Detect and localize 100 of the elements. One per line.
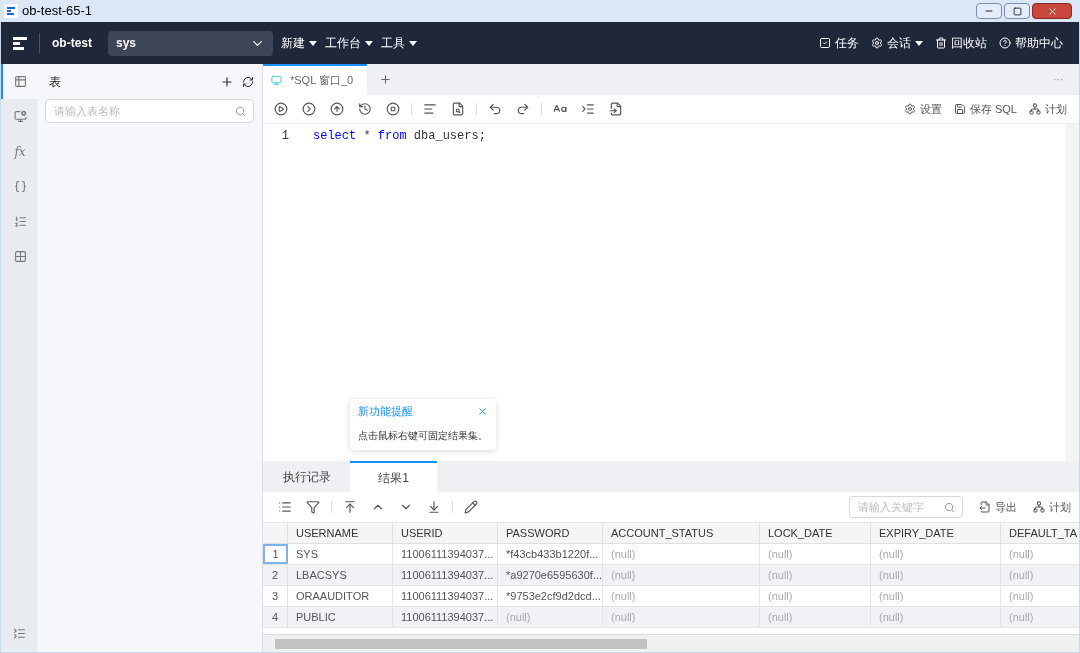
search-icon bbox=[235, 106, 246, 117]
table-cell: (null) bbox=[1001, 565, 1079, 585]
save-icon bbox=[953, 103, 966, 115]
arrow-up-icon bbox=[330, 102, 344, 116]
refresh-icon[interactable] bbox=[242, 75, 254, 88]
new-tab-icon[interactable] bbox=[379, 73, 392, 86]
line-number: 1 bbox=[280, 128, 290, 145]
table-cell: *9753e2cf9d2dcd... bbox=[498, 586, 603, 606]
horizontal-scrollbar[interactable] bbox=[263, 634, 1079, 652]
editor-tab[interactable]: *SQL 窗口_0 bbox=[263, 64, 367, 95]
table-cell: (null) bbox=[603, 607, 760, 627]
logo-icon bbox=[13, 36, 27, 50]
grid-icon bbox=[13, 250, 27, 263]
list-icon bbox=[278, 500, 292, 514]
rail-tab[interactable] bbox=[1, 64, 37, 99]
table-cell: (null) bbox=[603, 544, 760, 564]
popover-text: 点击鼠标右键可固定结果集。 bbox=[358, 428, 488, 443]
close-icon[interactable] bbox=[477, 405, 488, 417]
column-header[interactable]: EXPIRY_DATE bbox=[871, 523, 1001, 543]
scrollbar-thumb[interactable] bbox=[275, 638, 647, 649]
export-icon bbox=[979, 501, 991, 513]
list-icon bbox=[13, 215, 27, 228]
nav-action[interactable]: 任务 bbox=[819, 34, 859, 52]
column-header[interactable]: DEFAULT_TA bbox=[1001, 523, 1079, 543]
chevron-right-icon bbox=[302, 102, 316, 116]
toolbar-action[interactable]: 导出 bbox=[979, 498, 1017, 516]
table-icon bbox=[13, 75, 27, 88]
search-field[interactable]: 请输入表名称 bbox=[45, 99, 254, 123]
panel-title: 表 bbox=[49, 73, 61, 91]
table-cell: (null) bbox=[760, 607, 871, 627]
history-icon bbox=[358, 102, 372, 116]
search-icon bbox=[944, 502, 955, 513]
nav-action[interactable]: 帮助中心 bbox=[999, 34, 1063, 52]
table-cell: PUBLIC bbox=[288, 607, 393, 627]
table-cell: SYS bbox=[288, 544, 393, 564]
monitor-icon bbox=[271, 75, 282, 86]
checkbox-icon bbox=[819, 37, 831, 49]
table-cell: 11006111394037... bbox=[393, 544, 498, 564]
monitor-icon bbox=[13, 110, 27, 123]
rail-tab[interactable]: fx bbox=[1, 134, 37, 169]
column-header[interactable]: USERID bbox=[393, 523, 498, 543]
filter-icon bbox=[306, 500, 320, 514]
result-tab[interactable]: 执行记录 bbox=[263, 461, 350, 492]
gear-icon bbox=[903, 103, 916, 115]
menu-dropdown[interactable]: 工具 bbox=[381, 34, 417, 52]
column-header[interactable]: PASSWORD bbox=[498, 523, 603, 543]
row-number[interactable]: 4 bbox=[263, 607, 288, 627]
close-button[interactable] bbox=[1032, 3, 1072, 19]
arrow-up-to-line-icon bbox=[343, 500, 357, 514]
menu-dropdown[interactable]: 工作台 bbox=[325, 34, 373, 52]
nav-action[interactable]: 会话 bbox=[871, 34, 923, 52]
play-icon bbox=[274, 102, 288, 116]
stop-icon bbox=[386, 102, 400, 116]
gear-icon bbox=[871, 37, 883, 49]
app-icon bbox=[4, 4, 18, 18]
help-icon bbox=[999, 37, 1011, 49]
window-title: ob-test-65-1 bbox=[22, 2, 93, 21]
table-cell: (null) bbox=[871, 607, 1001, 627]
table-cell: (null) bbox=[760, 565, 871, 585]
minimize-button[interactable] bbox=[976, 3, 1002, 19]
add-icon[interactable] bbox=[220, 74, 234, 89]
toolbar-action[interactable]: 计划 bbox=[1029, 100, 1067, 118]
table-cell: (null) bbox=[603, 586, 760, 606]
pencil-icon bbox=[464, 500, 478, 514]
result-tab[interactable]: 结果1 bbox=[350, 461, 437, 492]
table-cell: (null) bbox=[871, 586, 1001, 606]
table-cell: (null) bbox=[760, 544, 871, 564]
table-cell: 11006111394037... bbox=[393, 607, 498, 627]
tenant-select[interactable]: sys bbox=[108, 30, 273, 56]
row-number[interactable]: 1 bbox=[263, 544, 288, 564]
maximize-button[interactable] bbox=[1004, 3, 1030, 19]
table-cell: (null) bbox=[871, 544, 1001, 564]
align-left-icon bbox=[423, 102, 437, 116]
hierarchy-icon bbox=[1033, 501, 1045, 513]
nav-action[interactable]: 回收站 bbox=[935, 34, 987, 52]
row-number[interactable]: 3 bbox=[263, 586, 288, 606]
code-line: select * from dba_users; bbox=[313, 128, 486, 145]
column-header[interactable]: LOCK_DATE bbox=[760, 523, 871, 543]
table-cell: (null) bbox=[603, 565, 760, 585]
toolbar-action[interactable]: 设置 bbox=[903, 100, 942, 118]
table-cell: *f43cb433b1220f... bbox=[498, 544, 603, 564]
table-cell: (null) bbox=[1001, 544, 1079, 564]
row-number[interactable]: 2 bbox=[263, 565, 288, 585]
table-cell: ORAAUDITOR bbox=[288, 586, 393, 606]
keyword-search-field[interactable]: 请输入关键字 bbox=[849, 496, 963, 518]
redo-icon bbox=[516, 102, 530, 116]
table-cell: (null) bbox=[1001, 607, 1079, 627]
menu-dropdown[interactable]: 新建 bbox=[281, 34, 317, 52]
hierarchy-icon bbox=[1029, 103, 1041, 115]
file-search-icon bbox=[451, 102, 465, 116]
column-header[interactable]: USERNAME bbox=[288, 523, 393, 543]
table-cell: (null) bbox=[760, 586, 871, 606]
caret-icon bbox=[309, 40, 317, 46]
indent-icon bbox=[581, 102, 595, 116]
column-header[interactable]: ACCOUNT_STATUS bbox=[603, 523, 760, 543]
table-cell: 11006111394037... bbox=[393, 586, 498, 606]
toolbar-action[interactable]: 计划 bbox=[1033, 498, 1071, 516]
caret-icon bbox=[915, 40, 923, 46]
toolbar-action[interactable]: 保存 SQL bbox=[953, 100, 1017, 118]
collapse-icon[interactable] bbox=[12, 627, 26, 640]
